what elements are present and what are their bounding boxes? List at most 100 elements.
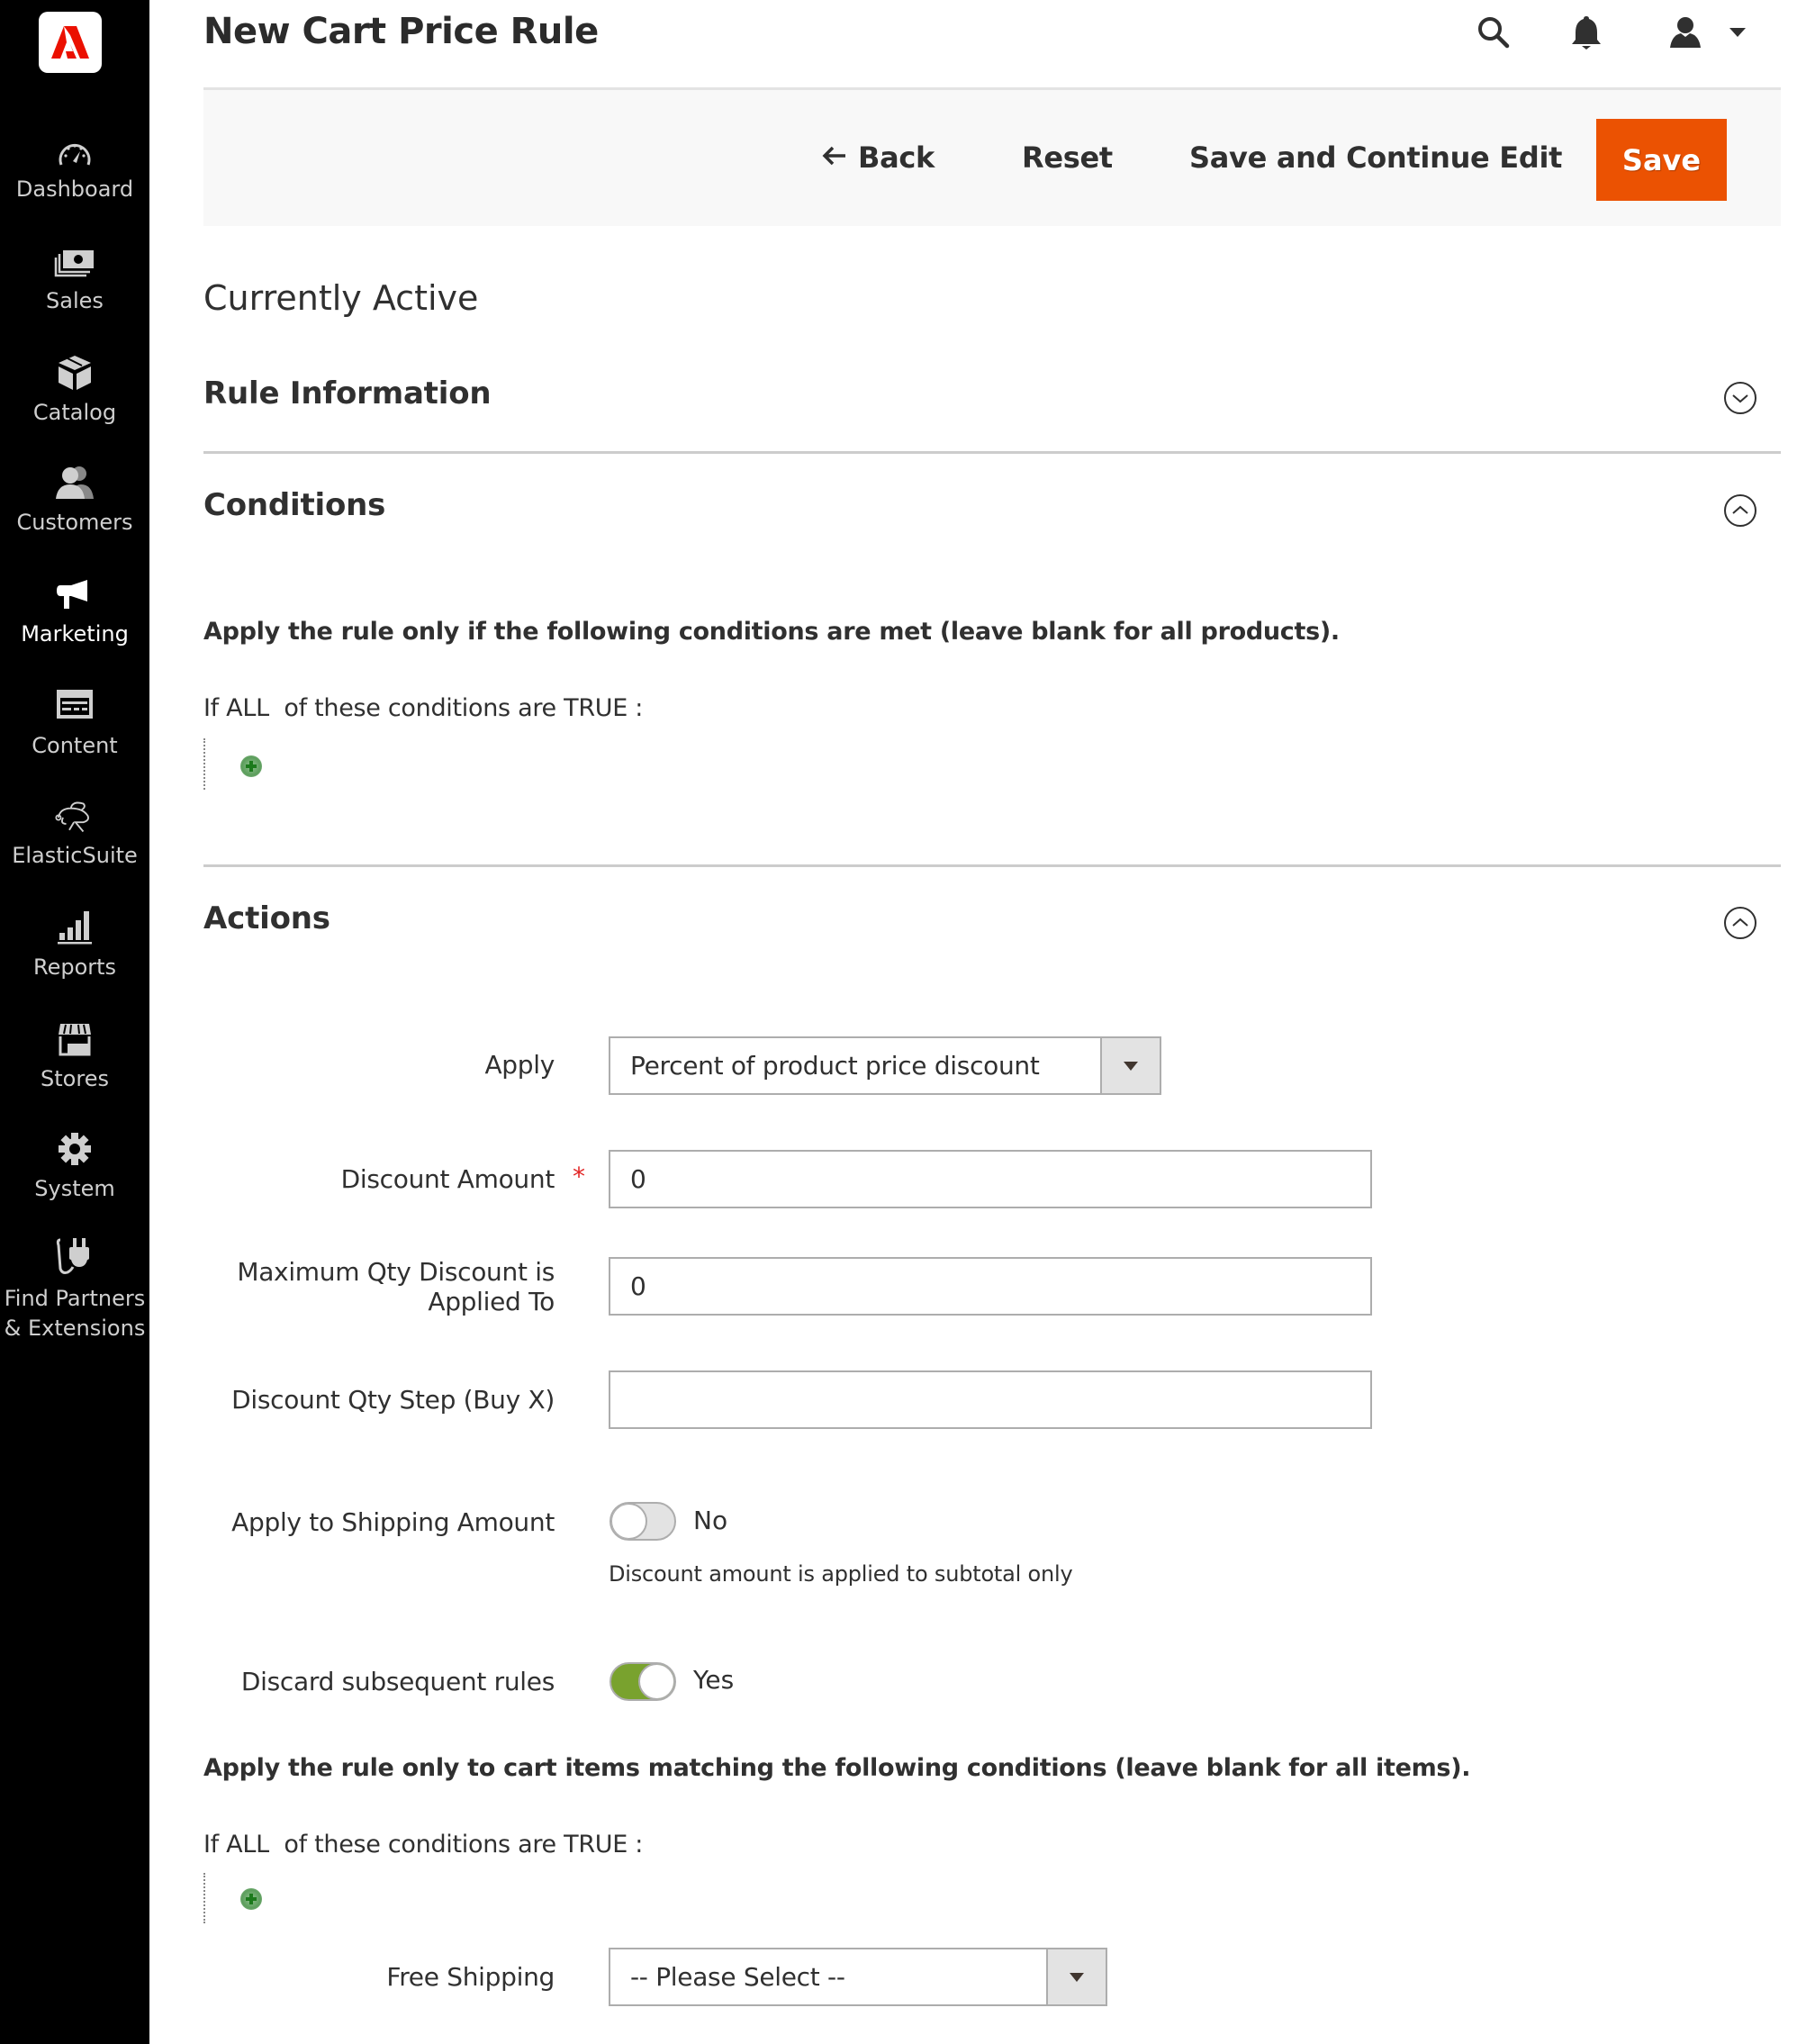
apply-select-value: Percent of product price discount <box>630 1051 1040 1081</box>
add-item-condition-icon[interactable] <box>240 1888 262 1910</box>
sidebar-label: Stores <box>41 1066 109 1091</box>
elasticsuite-icon <box>52 798 97 837</box>
discount-step-input[interactable] <box>609 1370 1372 1429</box>
item-conditions-value-select[interactable]: TRUE <box>564 1831 628 1859</box>
collapse-chevron-icon[interactable] <box>1722 493 1758 529</box>
sidebar-item-customers[interactable]: Customers <box>0 447 149 546</box>
apply-label: Apply <box>484 1050 555 1080</box>
item-conditions-prefix: If <box>203 1831 219 1859</box>
discount-amount-label: Discount Amount <box>340 1164 555 1194</box>
collapse-chevron-icon[interactable] <box>1722 905 1758 941</box>
apply-to-shipping-label: Apply to Shipping Amount <box>231 1507 555 1537</box>
sidebar-item-content[interactable]: Content <box>0 670 149 769</box>
reports-icon <box>52 908 97 947</box>
expand-chevron-icon[interactable] <box>1722 380 1758 416</box>
system-icon <box>52 1129 97 1169</box>
sidebar-item-dashboard[interactable]: Dashboard <box>0 0 149 207</box>
sidebar-item-catalog[interactable]: Catalog <box>0 337 149 436</box>
apply-to-shipping-note: Discount amount is applied to subtotal o… <box>609 1561 1073 1587</box>
admin-sidebar: Dashboard Sales Catalog Customers Market… <box>0 0 149 2044</box>
discard-subsequent-label: Discard subsequent rules <box>240 1667 555 1696</box>
sidebar-label: Content <box>32 733 118 758</box>
free-shipping-select[interactable]: -- Please Select -- <box>609 1948 1107 2006</box>
max-qty-label-line1: Maximum Qty Discount is <box>237 1257 555 1287</box>
sidebar-label: Marketing <box>21 621 129 647</box>
page-title: New Cart Price Rule <box>203 11 599 52</box>
sales-icon <box>52 243 97 283</box>
sidebar-label: Catalog <box>32 400 117 425</box>
stores-icon <box>52 1019 97 1059</box>
conditions-aggregator-line: If ALL of these conditions are TRUE : <box>203 694 643 722</box>
item-conditions-middle: of these conditions are <box>276 1831 556 1859</box>
sidebar-item-elasticsuite[interactable]: ElasticSuite <box>0 780 149 879</box>
sidebar-item-find-partners-extensions[interactable]: Find Partners & Extensions <box>0 1223 149 1349</box>
discard-subsequent-state: Yes <box>693 1665 735 1695</box>
item-conditions-note: Apply the rule only to cart items matchi… <box>203 1754 1471 1782</box>
max-qty-label: Maximum Qty Discount is Applied To <box>216 1257 555 1316</box>
item-conditions-aggregator-line: If ALL of these conditions are TRUE : <box>203 1831 643 1859</box>
conditions-suffix: : <box>628 694 644 722</box>
max-qty-label-line2: Applied To <box>428 1287 555 1316</box>
toggle-knob <box>638 1664 674 1699</box>
page-actions-toolbar: Back Reset Save and Continue Edit Save <box>203 87 1781 226</box>
back-label: Back <box>858 140 935 175</box>
marketing-icon <box>52 574 97 614</box>
item-conditions-suffix: : <box>628 1831 644 1859</box>
sidebar-label: Reports <box>32 954 117 980</box>
section-divider <box>203 864 1781 867</box>
save-and-continue-button[interactable]: Save and Continue Edit <box>1189 140 1562 175</box>
conditions-prefix: If <box>203 694 219 722</box>
discard-subsequent-toggle[interactable] <box>610 1662 676 1701</box>
rule-status: Currently Active <box>203 278 479 318</box>
sidebar-label: System <box>34 1176 115 1201</box>
section-divider <box>203 451 1781 454</box>
sidebar-item-reports[interactable]: Reports <box>0 891 149 990</box>
content-icon <box>52 684 97 724</box>
user-menu-chevron-icon[interactable] <box>1720 13 1756 52</box>
search-icon[interactable] <box>1474 13 1513 52</box>
conditions-middle: of these conditions are <box>276 694 556 722</box>
apply-to-shipping-state: No <box>693 1506 728 1535</box>
sidebar-item-marketing[interactable]: Marketing <box>0 558 149 657</box>
apply-select-toggle[interactable] <box>1100 1038 1160 1093</box>
apply-to-shipping-toggle[interactable] <box>610 1502 676 1541</box>
extensions-icon <box>52 1237 97 1277</box>
back-arrow-icon <box>822 140 847 174</box>
section-rule-information-title[interactable]: Rule Information <box>203 375 492 412</box>
apply-select[interactable]: Percent of product price discount <box>609 1036 1161 1095</box>
discount-step-label: Discount Qty Step (Buy X) <box>231 1385 555 1415</box>
item-conditions-tree-line <box>203 1873 205 1923</box>
required-indicator: * <box>573 1162 585 1191</box>
sidebar-label: Dashboard <box>15 176 134 202</box>
conditions-aggregator-select[interactable]: ALL <box>226 694 269 722</box>
max-qty-input[interactable]: 0 <box>609 1257 1372 1316</box>
toggle-knob <box>611 1504 647 1539</box>
dropdown-arrow-icon <box>1124 1061 1138 1071</box>
dropdown-arrow-icon <box>1070 1972 1084 1982</box>
free-shipping-select-toggle[interactable] <box>1046 1949 1106 2004</box>
notifications-icon[interactable] <box>1567 13 1606 52</box>
user-icon[interactable] <box>1666 13 1705 52</box>
free-shipping-select-value: -- Please Select -- <box>630 1962 845 1992</box>
sidebar-label: Customers <box>16 510 133 535</box>
free-shipping-label: Free Shipping <box>386 1962 555 1992</box>
sidebar-item-stores[interactable]: Stores <box>0 1003 149 1102</box>
sidebar-label: ElasticSuite <box>12 843 138 868</box>
item-conditions-aggregator-select[interactable]: ALL <box>226 1831 269 1859</box>
conditions-note: Apply the rule only if the following con… <box>203 618 1340 646</box>
sidebar-label: Find Partners <box>4 1286 146 1311</box>
add-condition-icon[interactable] <box>240 755 262 777</box>
discount-amount-input[interactable]: 0 <box>609 1150 1372 1208</box>
save-button[interactable]: Save <box>1596 119 1727 201</box>
sidebar-label: Sales <box>46 288 104 313</box>
section-actions-title[interactable]: Actions <box>203 900 330 936</box>
customers-icon <box>52 463 97 502</box>
conditions-value-select[interactable]: TRUE <box>564 694 628 722</box>
back-button[interactable]: Back <box>822 140 935 175</box>
conditions-tree-line <box>203 738 205 790</box>
section-conditions-title[interactable]: Conditions <box>203 487 385 523</box>
reset-button[interactable]: Reset <box>1022 140 1113 175</box>
sidebar-item-system[interactable]: System <box>0 1113 149 1212</box>
sidebar-item-sales[interactable]: Sales <box>0 225 149 324</box>
sidebar-label: & Extensions <box>4 1316 146 1341</box>
